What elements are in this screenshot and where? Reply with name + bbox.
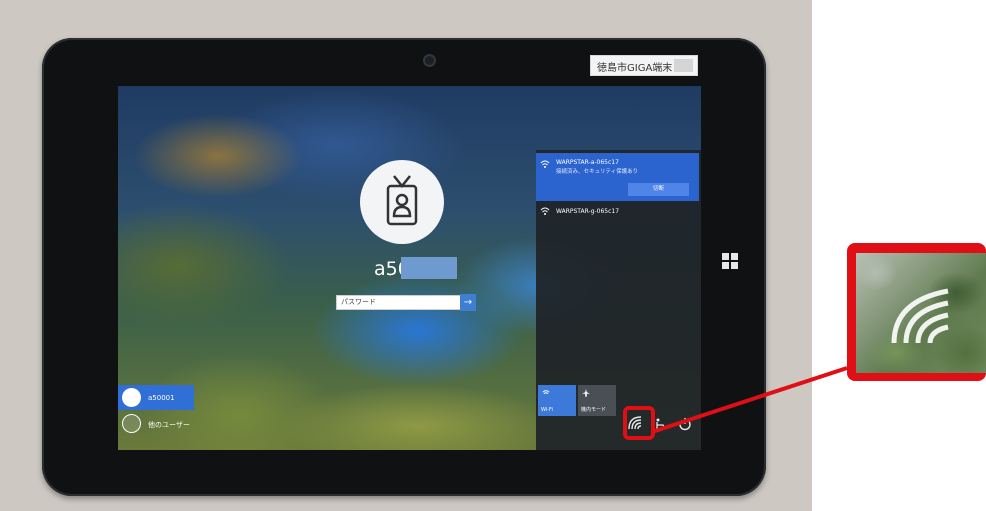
highlight-box xyxy=(623,406,655,440)
callout-overlay xyxy=(623,366,848,440)
callout-line xyxy=(651,366,848,434)
